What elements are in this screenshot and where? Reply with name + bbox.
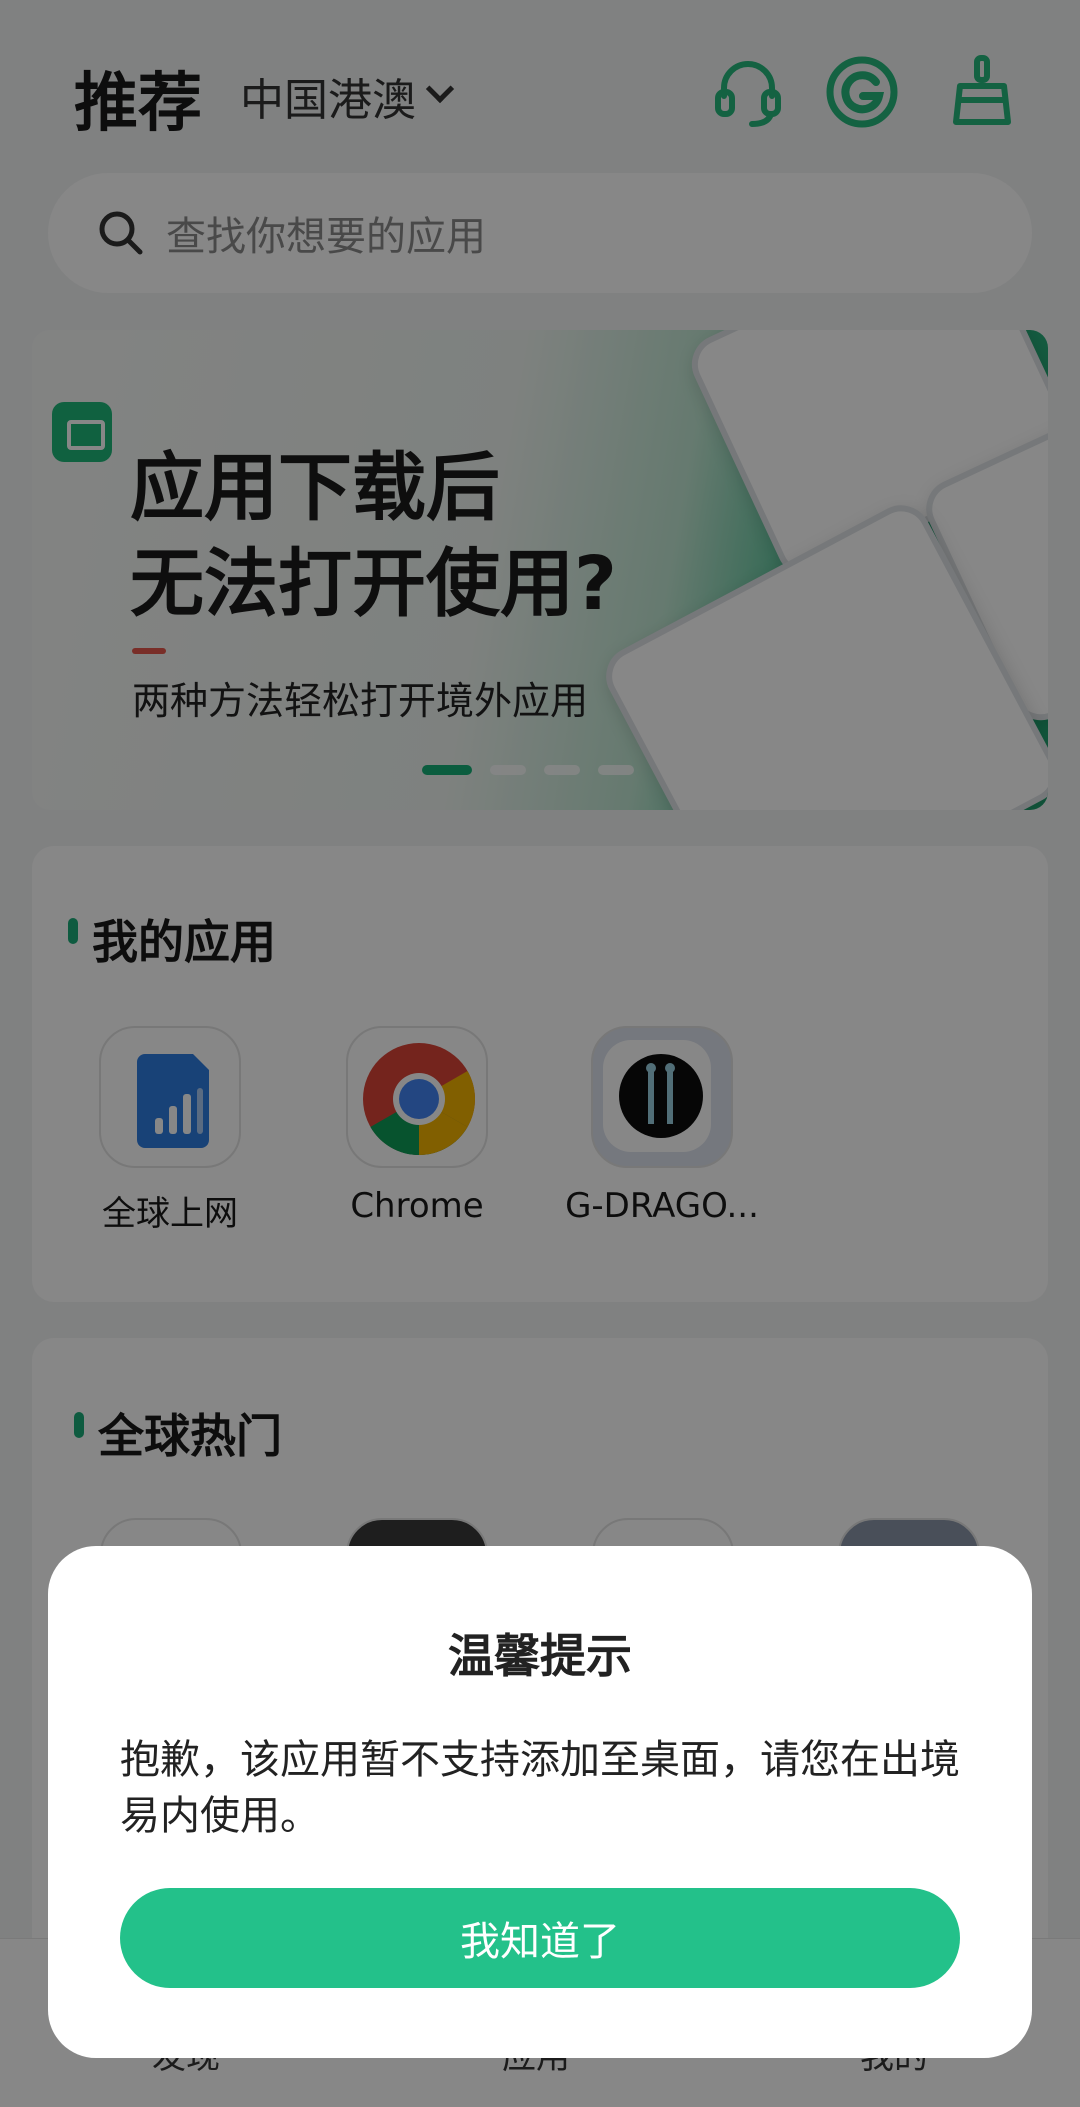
- dialog-message: 抱歉，该应用暂不支持添加至桌面，请您在出境易内使用。: [120, 1737, 960, 1839]
- dialog-title: 温馨提示: [448, 1629, 632, 1683]
- notice-dialog: 温馨提示 抱歉，该应用暂不支持添加至桌面，请您在出境易内使用。 我知道了: [48, 1546, 1032, 2058]
- confirm-button[interactable]: 我知道了: [120, 1888, 960, 1988]
